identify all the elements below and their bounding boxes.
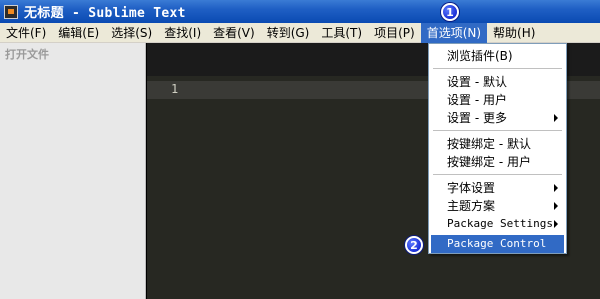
dd-settings-more-label: 设置 - 更多 — [447, 111, 507, 125]
dd-font-settings[interactable]: 字体设置 — [431, 179, 564, 197]
menu-file[interactable]: 文件(F) — [0, 23, 52, 43]
dd-separator — [433, 130, 562, 131]
menu-view[interactable]: 查看(V) — [207, 23, 261, 43]
menu-goto[interactable]: 转到(G) — [261, 23, 316, 43]
dd-package-settings[interactable]: Package Settings — [431, 215, 564, 233]
menu-tools[interactable]: 工具(T) — [315, 23, 368, 43]
open-files-label: 打开文件 — [5, 48, 49, 61]
dd-keybindings-default[interactable]: 按键绑定 - 默认 — [431, 135, 564, 153]
menu-selection[interactable]: 选择(S) — [105, 23, 158, 43]
dd-font-settings-label: 字体设置 — [447, 181, 496, 195]
window-title: 无标题 - Sublime Text — [24, 6, 186, 21]
submenu-arrow-icon — [554, 202, 558, 210]
dd-settings-more[interactable]: 设置 - 更多 — [431, 109, 564, 127]
dd-browse-packages[interactable]: 浏览插件(B) — [431, 47, 564, 65]
dd-separator — [433, 68, 562, 69]
line-number: 1 — [171, 82, 179, 96]
dd-package-control[interactable]: Package Control — [431, 235, 564, 253]
menu-edit[interactable]: 编辑(E) — [52, 23, 105, 43]
menu-help[interactable]: 帮助(H) — [487, 23, 541, 43]
menu-bar: 文件(F) 编辑(E) 选择(S) 查找(I) 查看(V) 转到(G) 工具(T… — [0, 22, 600, 43]
submenu-arrow-icon — [554, 220, 558, 228]
sublime-app-icon — [4, 4, 18, 19]
annotation-badge-2: 2 — [405, 236, 423, 254]
menu-preferences[interactable]: 首选项(N) — [420, 22, 488, 43]
preferences-dropdown: 浏览插件(B) 设置 - 默认 设置 - 用户 设置 - 更多 按键绑定 - 默… — [428, 43, 567, 254]
title-bar: 无标题 - Sublime Text — [0, 0, 600, 23]
sidebar: 打开文件 — [0, 43, 146, 299]
dd-package-settings-label: Package Settings — [447, 217, 553, 230]
dd-settings-default[interactable]: 设置 - 默认 — [431, 73, 564, 91]
dd-separator — [433, 174, 562, 175]
dd-color-scheme[interactable]: 主题方案 — [431, 197, 564, 215]
dd-settings-user[interactable]: 设置 - 用户 — [431, 91, 564, 109]
menu-project[interactable]: 项目(P) — [368, 23, 421, 43]
submenu-arrow-icon — [554, 114, 558, 122]
menu-find[interactable]: 查找(I) — [158, 23, 207, 43]
annotation-badge-1: 1 — [441, 3, 459, 21]
submenu-arrow-icon — [554, 184, 558, 192]
dd-keybindings-user[interactable]: 按键绑定 - 用户 — [431, 153, 564, 171]
dd-color-scheme-label: 主题方案 — [447, 199, 496, 213]
